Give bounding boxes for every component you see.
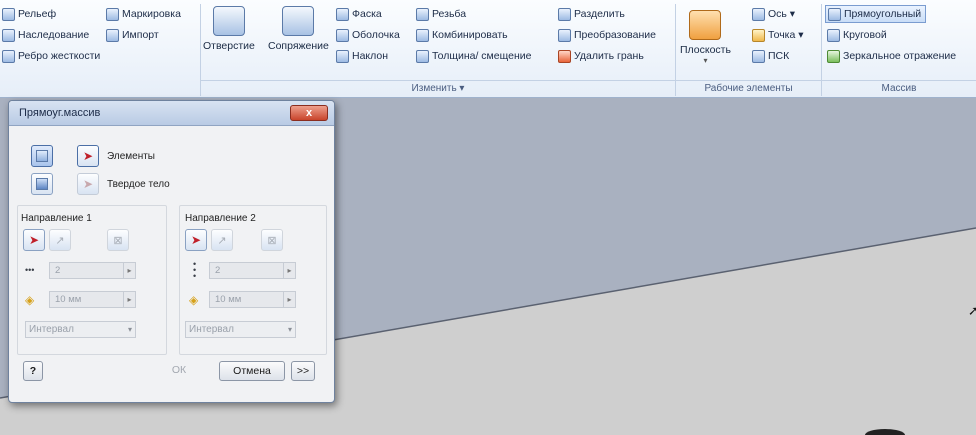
chamfer-icon: [336, 7, 349, 21]
direction2-midplane-button[interactable]: ⊠: [261, 229, 283, 251]
chevron-down-icon: ▾: [287, 325, 292, 334]
rectangular-pattern-dialog: Прямоуг.массив x ➤ Элементы ➤ Твердое те…: [8, 100, 335, 403]
hole-icon: [212, 6, 245, 36]
direction2-spacing-input[interactable]: 10 мм ▸: [209, 291, 296, 308]
ribbon-item-derive[interactable]: Наследование: [2, 27, 89, 43]
ucs-icon: [752, 49, 765, 63]
shell-button[interactable]: Оболочка: [336, 27, 400, 43]
ribbon-item-mark[interactable]: Маркировка: [106, 6, 181, 22]
circular-pattern-icon: [827, 28, 840, 42]
circular-pattern-button[interactable]: Круговой: [827, 27, 887, 43]
direction2-flip-button[interactable]: ↗: [211, 229, 233, 251]
hole-button[interactable]: Отверстие: [203, 6, 255, 52]
spacing-icon: ◈: [189, 293, 199, 307]
draft-icon: [336, 49, 349, 63]
mark-icon: [106, 7, 119, 21]
draft-button[interactable]: Наклон: [336, 48, 388, 64]
thicken-offset-button[interactable]: Толщина/ смещение: [416, 48, 531, 64]
close-button[interactable]: x: [290, 105, 328, 121]
fillet-icon: [282, 6, 315, 36]
cancel-button[interactable]: Отмена: [219, 361, 285, 381]
thread-button[interactable]: Резьба: [416, 6, 466, 22]
direction1-mode-select[interactable]: Интервал ▾: [25, 321, 136, 338]
select-solid-button[interactable]: ➤: [77, 173, 99, 195]
dialog-title[interactable]: Прямоуг.массив: [9, 101, 334, 126]
more-options-button[interactable]: >>: [291, 361, 315, 381]
rectangular-pattern-button[interactable]: Прямоугольный: [825, 5, 927, 23]
ribbon-item-relief[interactable]: Рельеф: [2, 6, 56, 22]
axis-icon: [752, 7, 765, 21]
direction1-count-input[interactable]: 2 ▸: [49, 262, 136, 279]
solid-mode-button[interactable]: [31, 173, 53, 195]
spinner-arrow-icon[interactable]: ▸: [123, 292, 135, 307]
rib-icon: [2, 49, 15, 63]
ribbon: Рельеф Наследование Ребро жесткости Марк…: [0, 0, 976, 98]
pattern-group-label: Массив: [822, 80, 976, 96]
thread-icon: [416, 7, 429, 21]
direction1-path-button[interactable]: ➤: [23, 229, 45, 251]
spinner-arrow-icon[interactable]: ▸: [283, 292, 295, 307]
midplane-icon: ⊠: [267, 234, 277, 247]
direction2-count-input[interactable]: 2 ▸: [209, 262, 296, 279]
plane-icon: [689, 10, 722, 40]
midplane-icon: ⊠: [113, 234, 123, 247]
direction1-label: Направление 1: [21, 213, 92, 224]
rectangular-pattern-icon: [828, 7, 841, 21]
mouse-cursor: ➚: [968, 303, 976, 318]
solid-body-label: Твердое тело: [107, 179, 170, 190]
count-icon: •••: [25, 265, 35, 275]
help-button[interactable]: ?: [23, 361, 43, 381]
select-arrow-icon: ➤: [28, 233, 40, 247]
derive-icon: [2, 28, 15, 42]
point-button[interactable]: Точка ▾: [752, 27, 804, 43]
direction1-flip-button[interactable]: ↗: [49, 229, 71, 251]
point-icon: [752, 28, 765, 42]
spinner-arrow-icon[interactable]: ▸: [123, 263, 135, 278]
select-arrow-icon: ➤: [190, 233, 202, 247]
plane-dropdown-icon[interactable]: ▾: [703, 56, 707, 65]
thicken-icon: [416, 49, 429, 63]
ribbon-item-import[interactable]: Импорт: [106, 27, 159, 43]
direction2-label: Направление 2: [185, 213, 256, 224]
ok-button[interactable]: ОК: [149, 361, 209, 381]
ribbon-item-rib[interactable]: Ребро жесткости: [2, 48, 100, 64]
select-arrow-icon: ➤: [82, 149, 94, 163]
flip-icon: ↗: [217, 234, 227, 247]
solid-body-icon: [36, 178, 48, 190]
count-vertical-icon: • • •: [193, 259, 197, 281]
shell-icon: [336, 28, 349, 42]
mirror-button[interactable]: Зеркальное отражение: [827, 48, 956, 64]
flip-icon: ↗: [55, 234, 65, 247]
delete-face-icon: [558, 49, 571, 63]
modify-group-label[interactable]: Изменить ▾: [201, 80, 675, 96]
transform-icon: [558, 28, 571, 42]
elements-label: Элементы: [107, 151, 155, 162]
combine-icon: [416, 28, 429, 42]
select-features-button[interactable]: ➤: [77, 145, 99, 167]
combine-button[interactable]: Комбинировать: [416, 27, 508, 43]
chevron-down-icon: ▾: [127, 325, 132, 334]
spacing-icon: ◈: [25, 293, 35, 307]
axis-button[interactable]: Ось ▾: [752, 6, 795, 22]
relief-icon: [2, 7, 15, 21]
direction1-midplane-button[interactable]: ⊠: [107, 229, 129, 251]
direct-edit-button[interactable]: Преобразование: [558, 27, 656, 43]
work-features-group-label: Рабочие элементы: [676, 80, 821, 96]
direction2-path-button[interactable]: ➤: [185, 229, 207, 251]
ucs-button[interactable]: ПСК: [752, 48, 789, 64]
import-icon: [106, 28, 119, 42]
mirror-icon: [827, 49, 840, 63]
features-icon: [36, 150, 48, 162]
direction2-mode-select[interactable]: Интервал ▾: [185, 321, 296, 338]
chamfer-button[interactable]: Фаска: [336, 6, 382, 22]
select-arrow-disabled-icon: ➤: [82, 177, 94, 191]
features-mode-button[interactable]: [31, 145, 53, 167]
delete-face-button[interactable]: Удалить грань: [558, 48, 644, 64]
direction1-spacing-input[interactable]: 10 мм ▸: [49, 291, 136, 308]
split-icon: [558, 7, 571, 21]
plane-button[interactable]: Плоскость ▾: [680, 10, 731, 65]
fillet-button[interactable]: Сопряжение: [268, 6, 329, 52]
spinner-arrow-icon[interactable]: ▸: [283, 263, 295, 278]
split-button[interactable]: Разделить: [558, 6, 625, 22]
